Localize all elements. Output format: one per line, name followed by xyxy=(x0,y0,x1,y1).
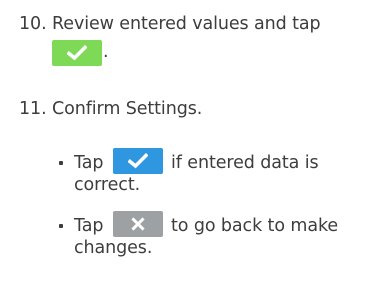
step-text: Review entered values and tap xyxy=(52,14,321,34)
bullet-text-cont: changes. xyxy=(74,238,153,258)
bullet-prefix: Tap xyxy=(74,153,104,173)
confirm-button xyxy=(113,148,163,174)
confirm-button xyxy=(52,40,102,66)
cancel-button xyxy=(113,211,163,237)
step-text: Confirm Settings. xyxy=(52,99,203,119)
bullet-marker xyxy=(59,161,63,165)
bullet-text-cont: correct. xyxy=(74,175,141,195)
check-icon xyxy=(67,45,87,61)
bullet-marker xyxy=(59,224,63,228)
bullet-text: if entered data is xyxy=(171,153,319,173)
step-text-period: . xyxy=(103,42,109,62)
step-number: 11. xyxy=(19,99,47,119)
bullet-text: to go back to make xyxy=(171,216,339,236)
check-icon xyxy=(128,153,148,169)
step-number: 10. xyxy=(19,14,47,34)
bullet-prefix: Tap xyxy=(74,216,104,236)
close-icon xyxy=(131,217,145,231)
